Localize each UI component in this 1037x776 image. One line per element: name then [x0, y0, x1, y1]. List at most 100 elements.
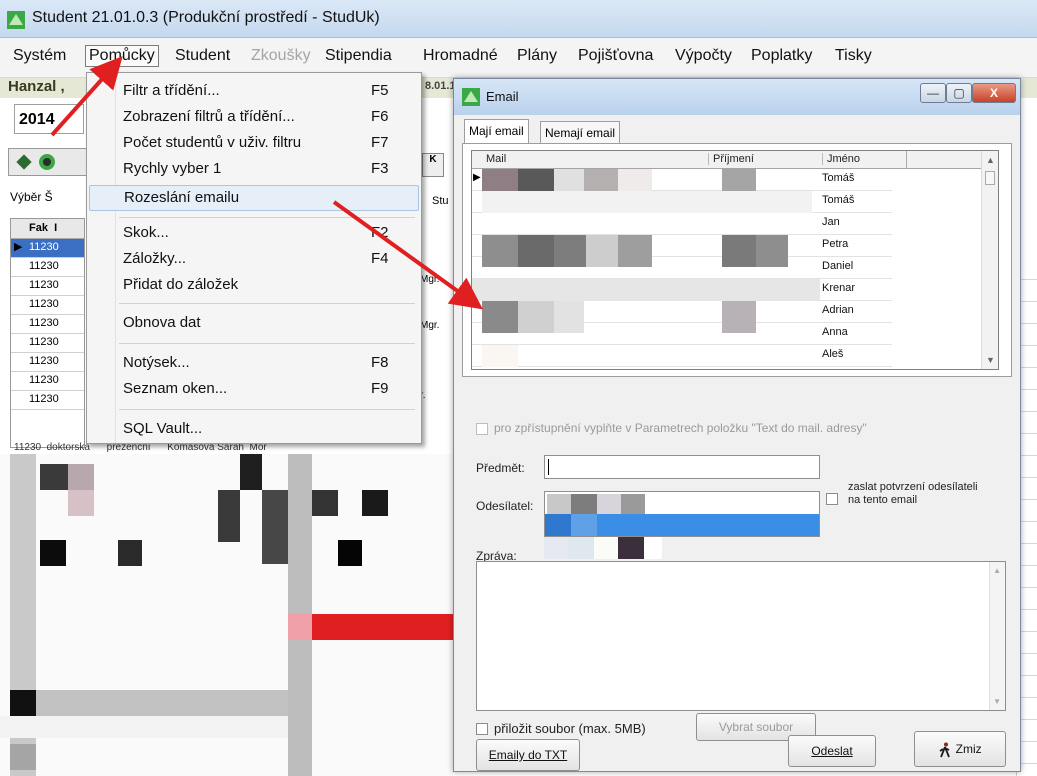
- recipient-row[interactable]: Adrian: [472, 301, 892, 333]
- maximize-button[interactable]: ▢: [946, 83, 972, 103]
- recipient-row[interactable]: Petra: [472, 235, 892, 267]
- table-row[interactable]: 11230: [11, 372, 84, 391]
- message-redacted: [544, 537, 662, 559]
- tab-maji-email[interactable]: Mají email: [464, 119, 529, 143]
- tab-nemaji-email[interactable]: Nemají email: [540, 121, 621, 143]
- subject-label: Předmět:: [476, 461, 525, 475]
- export-txt-button[interactable]: Emaily do TXT: [476, 739, 580, 771]
- recipients-grid: Mail Příjmení Jméno ▶ Tomáš Tomáš Jan Pe…: [471, 150, 999, 370]
- col-jmeno[interactable]: Jméno: [822, 153, 860, 165]
- study-tab[interactable]: Stu: [432, 195, 449, 207]
- year-field[interactable]: 2014: [14, 104, 84, 134]
- recipient-firstname: Jan: [822, 216, 840, 228]
- menu-pomucky[interactable]: Pomůcky: [85, 45, 159, 67]
- maji-email-panel: Mail Příjmení Jméno ▶ Tomáš Tomáš Jan Pe…: [462, 143, 1012, 377]
- window-title: Student 21.01.0.3 (Produkční prostředí -…: [32, 9, 380, 26]
- confirm-label: zaslat potvrzení odesílateli na tento em…: [848, 481, 978, 506]
- email-dialog: Email — ▢ X Mají email Nemají email Mail…: [453, 78, 1021, 772]
- student-tabs[interactable]: Výběr Š: [10, 190, 90, 212]
- student-name: Hanzal ,: [8, 78, 65, 95]
- confirm-checkbox[interactable]: [826, 493, 838, 505]
- main-title-bar: Student 21.01.0.3 (Produkční prostředí -…: [0, 0, 1037, 38]
- recipient-firstname: Petra: [822, 238, 849, 250]
- minimize-button[interactable]: —: [920, 83, 946, 103]
- recipient-firstname: Tomáš: [822, 194, 855, 206]
- sender-select[interactable]: [544, 491, 820, 537]
- menu-student[interactable]: Student: [172, 47, 233, 65]
- menu-tisky[interactable]: Tisky: [832, 47, 875, 65]
- recipient-firstname: Daniel: [822, 260, 854, 272]
- close-window-button[interactable]: X: [972, 83, 1016, 103]
- table-row[interactable]: 11230: [11, 296, 84, 315]
- menuitem-rychly-vyber[interactable]: Rychly vyber 1 F3: [89, 157, 419, 181]
- attach-label: přiložit soubor (max. 5MB): [494, 721, 646, 736]
- grid-header: Fak I: [11, 219, 84, 239]
- menuitem-skok[interactable]: Skok... F2: [89, 221, 419, 245]
- menuitem-rozeslani-emailu[interactable]: Rozeslání emailu: [89, 185, 419, 211]
- menuitem-filtr[interactable]: Filtr a třídění... F5: [89, 79, 419, 103]
- table-row[interactable]: 11230: [11, 391, 84, 410]
- menu-plany[interactable]: Plány: [514, 47, 560, 65]
- menu-vypocty[interactable]: Výpočty: [672, 47, 735, 65]
- menu-stipendia[interactable]: Stipendia: [322, 47, 395, 65]
- sender-label: Odesílatel:: [476, 499, 534, 513]
- k-button[interactable]: K: [422, 153, 444, 177]
- recipient-row[interactable]: Daniel: [472, 257, 892, 279]
- table-row[interactable]: 11230: [11, 258, 84, 277]
- table-row[interactable]: 11230: [11, 334, 84, 353]
- param-note-checkbox: [476, 423, 488, 435]
- recipient-row[interactable]: Krenar: [472, 279, 892, 301]
- menu-pojistovna[interactable]: Pojišťovna: [575, 47, 656, 65]
- menu-zkousky[interactable]: Zkoušky: [248, 47, 314, 65]
- subject-input[interactable]: [544, 455, 820, 479]
- brush-icon[interactable]: [16, 154, 32, 170]
- send-button[interactable]: Odeslat: [788, 735, 876, 767]
- student-toolbar: [8, 148, 88, 176]
- recipients-scrollbar[interactable]: ▲ ▼: [981, 151, 998, 369]
- menuitem-seznam-oken[interactable]: Seznam oken... F9: [89, 377, 419, 401]
- menu-system[interactable]: Systém: [10, 47, 69, 65]
- col-prijmeni[interactable]: Příjmení: [708, 153, 754, 165]
- recipient-row[interactable]: Anna: [472, 323, 892, 345]
- record-icon[interactable]: [39, 154, 55, 170]
- menuitem-zalozky[interactable]: Záložky... F4: [89, 247, 419, 271]
- redacted-mosaic: [0, 454, 453, 776]
- recipient-firstname: Aleš: [822, 348, 844, 360]
- menuitem-obnova-dat[interactable]: Obnova dat: [89, 311, 419, 335]
- pomucky-dropdown: Filtr a třídění... F5 Zobrazení filtrů a …: [86, 72, 422, 444]
- menuitem-zobrazeni-filtru[interactable]: Zobrazení filtrů a třídění... F6: [89, 105, 419, 129]
- recipient-firstname: Tomáš: [822, 172, 855, 184]
- recipient-firstname: Adrian: [822, 304, 854, 316]
- email-dialog-titlebar[interactable]: Email — ▢ X: [454, 79, 1020, 115]
- recipients-grid-header: Mail Příjmení Jméno: [472, 151, 998, 169]
- email-app-icon: [462, 88, 480, 106]
- attach-checkbox[interactable]: [476, 723, 488, 735]
- recipient-firstname: Krenar: [822, 282, 856, 294]
- recipient-row[interactable]: ▶ Tomáš: [472, 169, 892, 191]
- mgr-fragment-2: Mgr.: [420, 320, 440, 331]
- email-dialog-body: Mají email Nemají email Mail Příjmení Jm…: [460, 115, 1014, 767]
- recipient-row[interactable]: Jan: [472, 213, 892, 235]
- recipient-row[interactable]: Tomáš: [472, 191, 892, 213]
- param-note: pro zpřístupnění vyplňte v Parametrech p…: [494, 421, 867, 435]
- menuitem-pocet-studentu[interactable]: Počet studentů v uživ. filtru F7: [89, 131, 419, 155]
- recipient-firstname: Anna: [822, 326, 848, 338]
- menuitem-notysek[interactable]: Notýsek... F8: [89, 351, 419, 375]
- recipient-row[interactable]: Aleš: [472, 345, 892, 367]
- table-row[interactable]: 11230: [11, 315, 84, 334]
- mgr-fragment-1: Mgr.: [420, 274, 440, 285]
- table-row[interactable]: 11230: [11, 353, 84, 372]
- menuitem-sql-vault[interactable]: SQL Vault...: [89, 417, 419, 441]
- close-dialog-button[interactable]: Zmiz: [914, 731, 1006, 767]
- message-textarea[interactable]: ▲ ▼: [476, 561, 1006, 711]
- student-grid: Fak I ▶ 11230 11230 11230 11230 11230 112…: [10, 218, 85, 448]
- menuitem-pridat-do-zalozek[interactable]: Přidat do záložek: [89, 273, 419, 297]
- table-row[interactable]: ▶ 11230: [11, 239, 84, 258]
- menu-poplatky[interactable]: Poplatky: [748, 47, 815, 65]
- app-logo-icon: [7, 11, 25, 29]
- walking-person-icon: [939, 742, 951, 758]
- col-mail[interactable]: Mail: [486, 153, 506, 165]
- email-dialog-title: Email: [486, 89, 519, 104]
- menu-hromadne[interactable]: Hromadné: [420, 47, 501, 65]
- table-row[interactable]: 11230: [11, 277, 84, 296]
